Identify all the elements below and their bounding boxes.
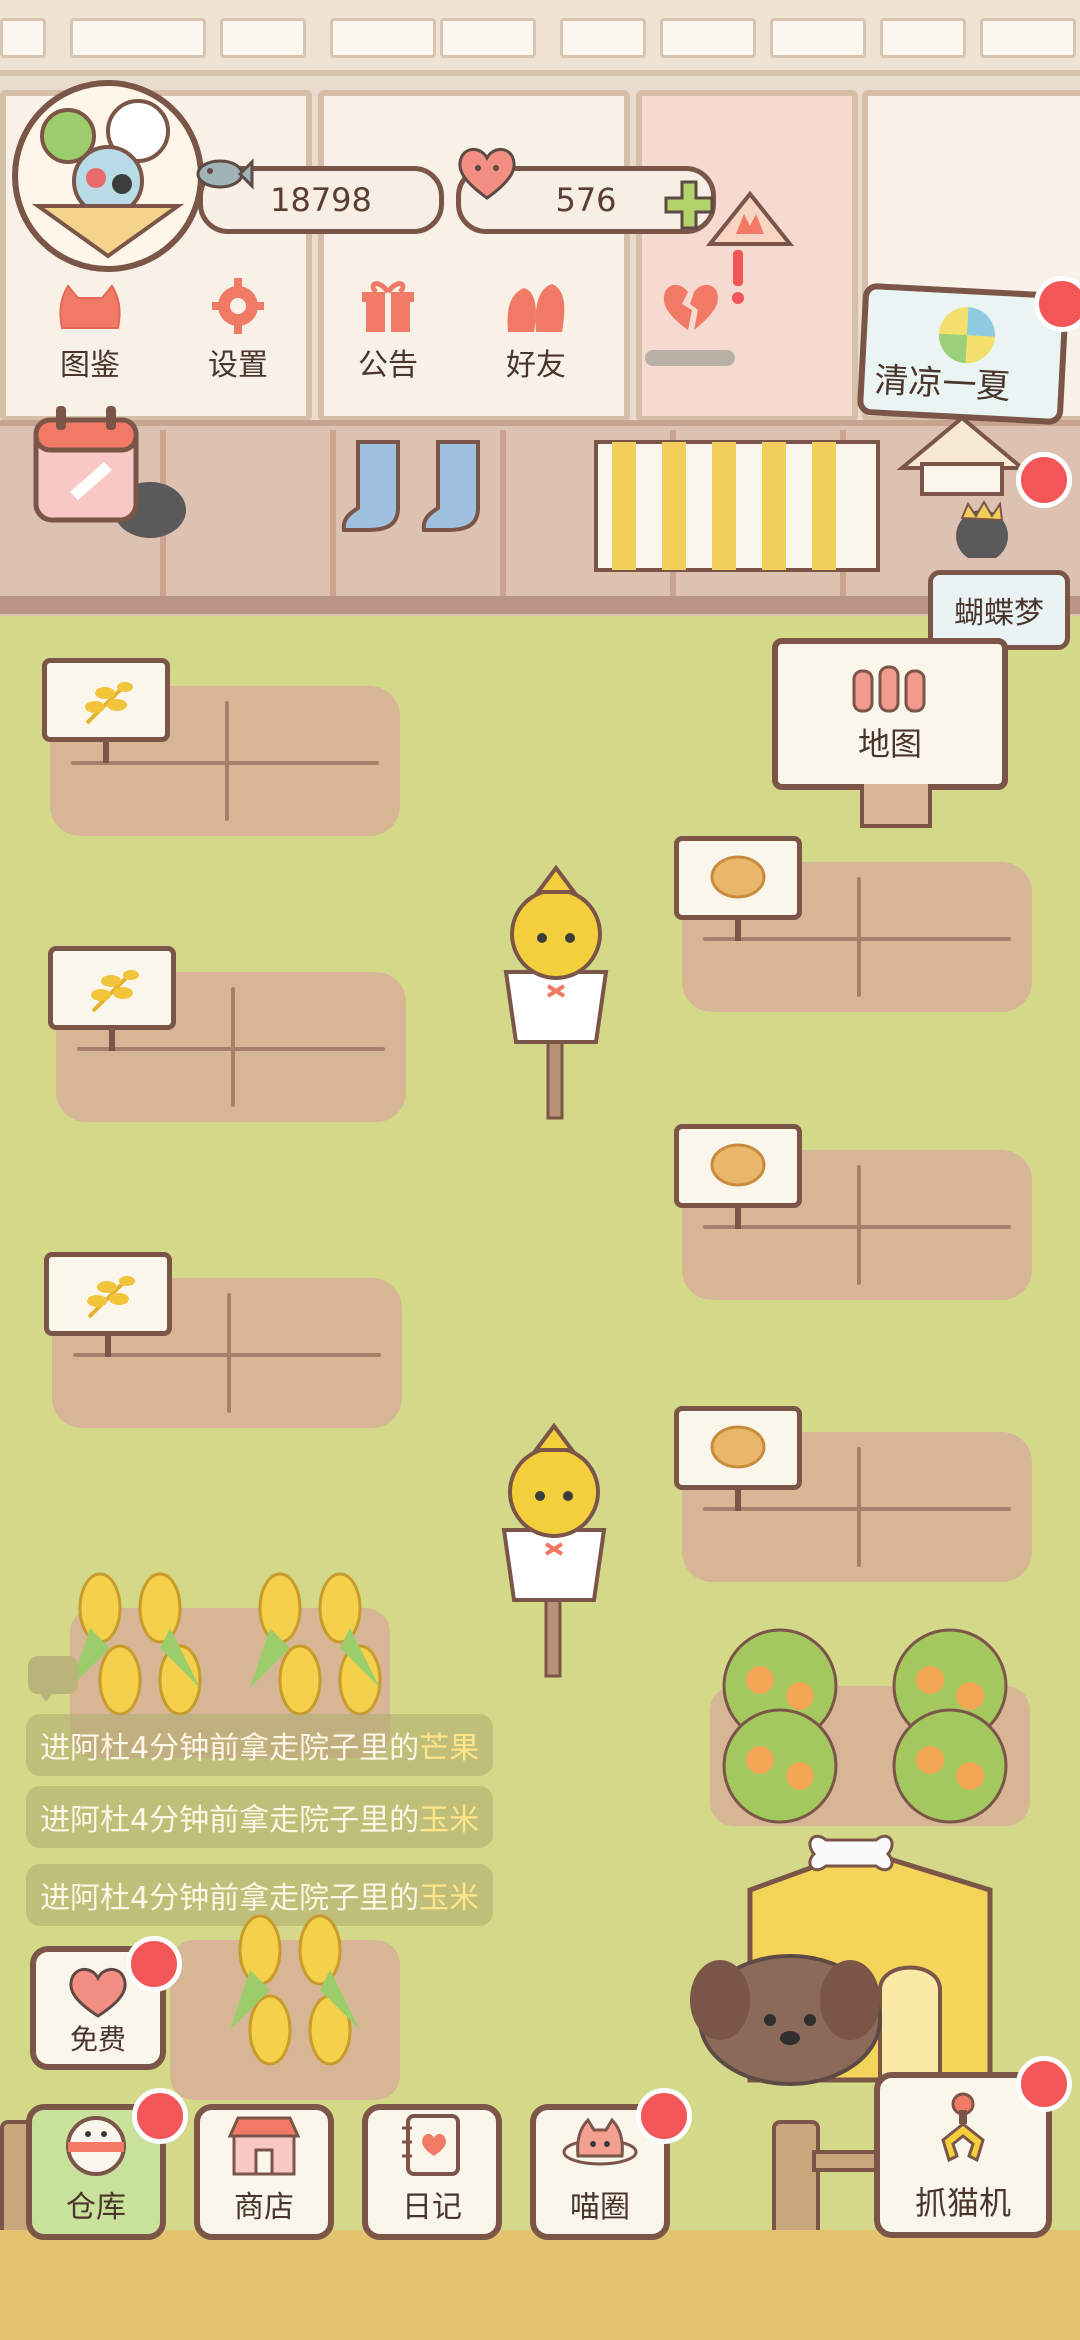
avatar-illustration-icon [22, 90, 194, 262]
shelf-tile [660, 18, 756, 58]
gift-icon [362, 281, 414, 332]
friends-icon [507, 284, 565, 332]
cat-planet-icon [562, 2117, 638, 2166]
corn-crop[interactable] [170, 1900, 400, 2100]
porch-edge [0, 596, 1080, 614]
fish-icon [190, 146, 254, 202]
menu-announcement-label: 公告 [358, 348, 418, 383]
heart-gift-icon [69, 1968, 127, 2018]
notice-text: 进阿杜4分钟前拿走院子里的 [40, 1803, 420, 1838]
fence-map-icon [852, 665, 926, 713]
ground-strip [0, 2230, 1080, 2340]
menu-friends-button[interactable]: 好友 [476, 278, 596, 388]
menu-settings-button[interactable]: 设置 [178, 278, 298, 388]
diary-icon [402, 2114, 460, 2176]
fish-count: 18798 [270, 181, 372, 219]
potato-sign [674, 1124, 802, 1208]
dog-house[interactable] [680, 1830, 1000, 2100]
shop-label: 商店 [234, 2190, 294, 2225]
claw-notification-dot [1016, 2056, 1072, 2112]
wheat-sign [48, 946, 176, 1030]
notice-item: 玉米 [419, 1803, 480, 1838]
chat-bubble-icon[interactable] [26, 1654, 80, 1702]
menu-settings-label: 设置 [208, 348, 268, 383]
wheat-icon [85, 681, 133, 725]
wheat-icon [87, 1275, 135, 1319]
gear-icon [212, 278, 264, 334]
fence-post [772, 2120, 820, 2248]
cat-head-icon [59, 284, 121, 329]
potato-icon [710, 855, 766, 899]
scarecrow-icon [476, 862, 636, 1122]
diary-button[interactable]: 日记 [362, 2104, 502, 2240]
cat-circle-label: 喵圈 [570, 2190, 630, 2225]
cat-circle-notification-dot [636, 2088, 692, 2144]
potato-icon [710, 1143, 766, 1187]
shelf-tile [880, 18, 966, 58]
cat-poster-icon [700, 184, 800, 274]
storage-icon [66, 2116, 126, 2176]
game-scene: 18798 576 图鉴 设置 公告 好友 清凉一夏 蝴蝶梦 地图 进阿杜4分钟… [0, 0, 1080, 2340]
wheat-sign [44, 1252, 172, 1336]
potato-sign [674, 836, 802, 920]
house-notification-dot [1016, 452, 1072, 508]
floor-plank [330, 430, 336, 600]
potato-sign [674, 1406, 802, 1490]
calendar-icon[interactable] [30, 400, 190, 540]
free-notification-dot [126, 1936, 182, 1992]
activity-notice: 进阿杜4分钟前拿走院子里的 玉米 [26, 1786, 494, 1848]
player-avatar[interactable] [12, 80, 204, 272]
summer-event-label: 清凉一夏 [873, 360, 1012, 408]
notice-text: 进阿杜4分钟前拿走院子里的 [40, 1731, 420, 1766]
heart-count: 576 [555, 181, 617, 219]
shelf-tile [0, 18, 46, 58]
progress-placeholder [645, 350, 735, 366]
top-shelf [0, 0, 1080, 76]
menu-friends-label: 好友 [506, 348, 566, 383]
menu-announcement-button[interactable]: 公告 [328, 278, 448, 388]
notice-item: 玉米 [419, 1881, 480, 1916]
cat-house-icon[interactable] [892, 408, 1032, 562]
shelf-tile [440, 18, 536, 58]
menu-collection-label: 图鉴 [60, 348, 120, 383]
shop-button[interactable]: 商店 [194, 2104, 334, 2240]
butterfly-dream-label: 蝴蝶梦 [954, 596, 1044, 631]
wheat-icon [91, 969, 139, 1013]
scarecrow-icon [474, 1420, 634, 1680]
shelf-tile [70, 18, 206, 58]
activity-notice: 进阿杜4分钟前拿走院子里的 芒果 [26, 1714, 494, 1776]
shelf-tile [330, 18, 436, 58]
diary-label: 日记 [402, 2190, 462, 2225]
menu-collection-button[interactable]: 图鉴 [30, 278, 150, 388]
striped-mat [592, 438, 882, 574]
rain-boots-icon [338, 438, 508, 538]
shop-icon [227, 2116, 301, 2176]
claw-machine-label: 抓猫机 [914, 2184, 1011, 2222]
potato-icon [710, 1425, 766, 1469]
mango-bushes[interactable] [700, 1626, 1040, 1826]
map-sign-post [860, 784, 932, 828]
broken-heart-icon [663, 284, 718, 330]
storage-label: 仓库 [66, 2190, 126, 2225]
wheat-sign [42, 658, 170, 742]
shelf-tile [220, 18, 306, 58]
shelf-tile [560, 18, 646, 58]
shelf-tile [770, 18, 866, 58]
map-label: 地图 [857, 725, 922, 763]
shelf-tile [980, 18, 1076, 58]
storage-notification-dot [132, 2088, 188, 2144]
map-sign-button[interactable]: 地图 [772, 638, 1008, 790]
notice-item: 芒果 [419, 1731, 480, 1766]
free-label: 免费 [69, 2023, 126, 2056]
fence-rail [812, 2150, 880, 2172]
heart-icon [452, 142, 522, 202]
claw-icon [941, 2092, 985, 2163]
